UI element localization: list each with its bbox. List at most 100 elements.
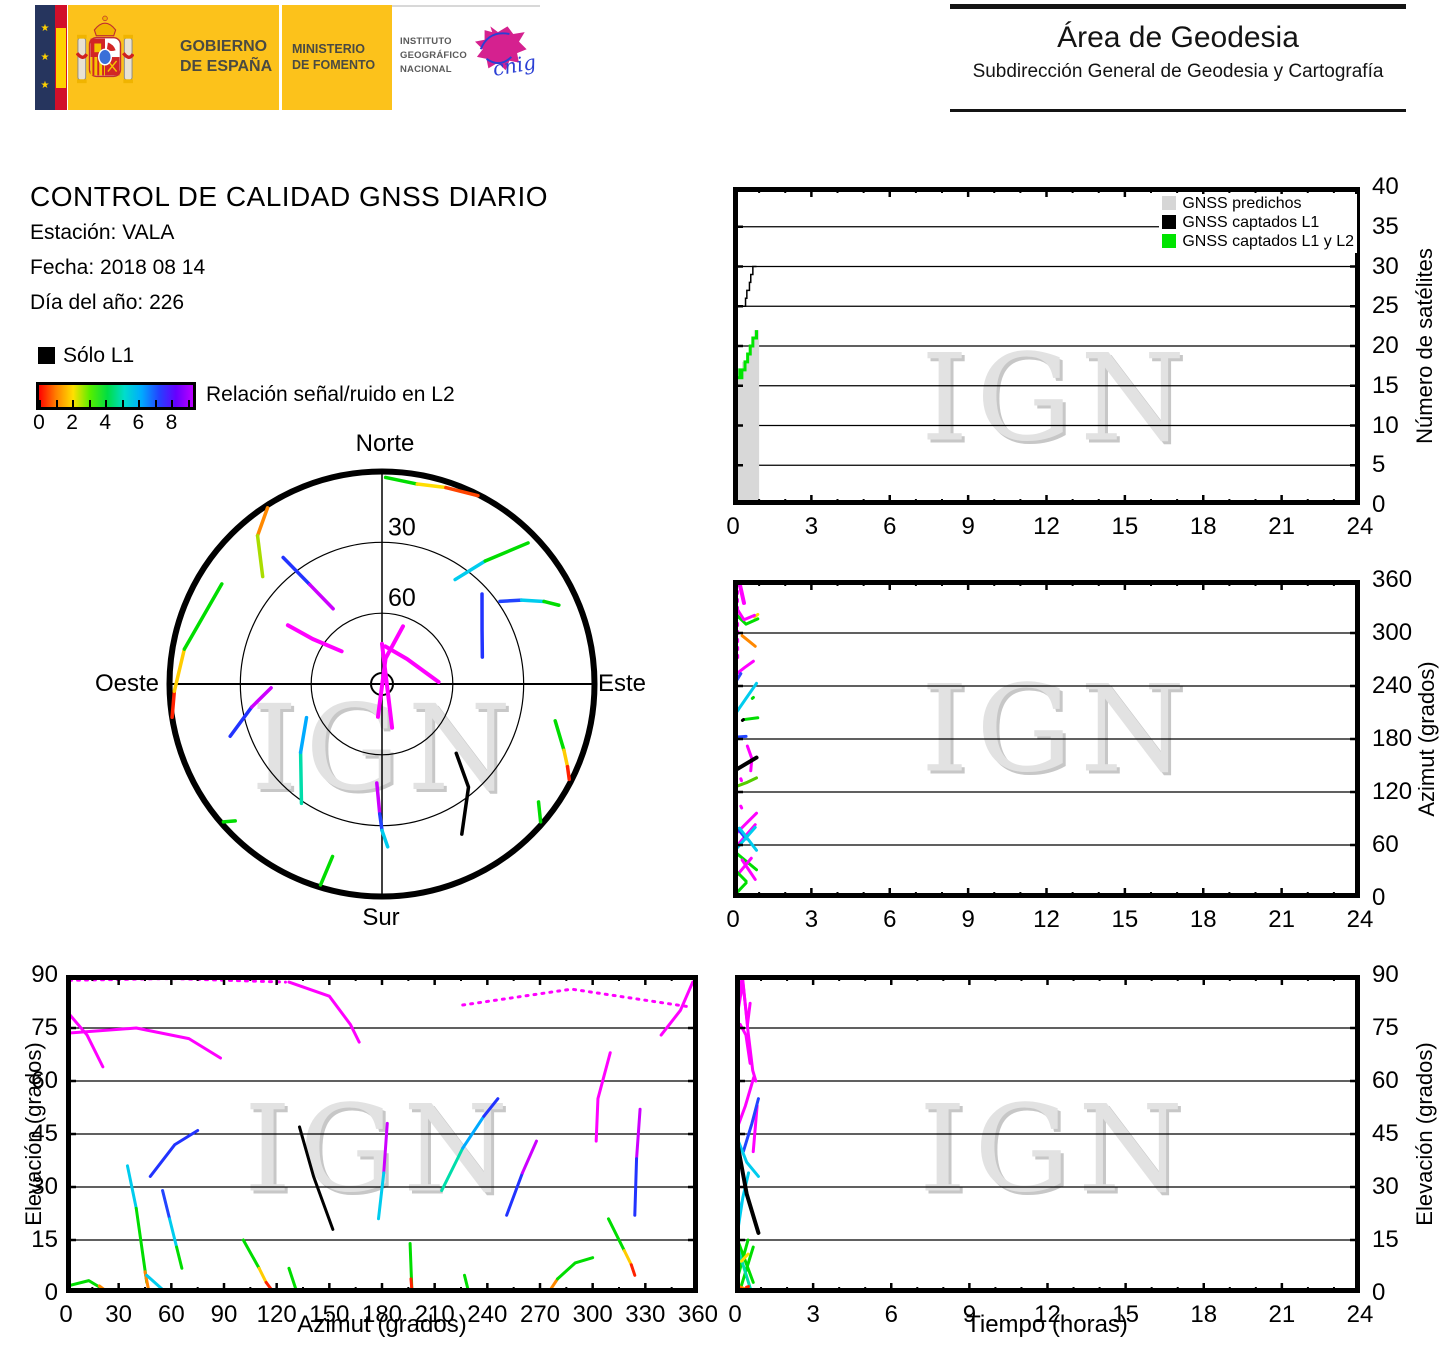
report-page: ★ ★ ★ GOBIERNO DE ESPAÑA MINISTERIO DE F…	[0, 0, 1445, 1350]
elev-tiempo-xtick-label: 3	[806, 1301, 820, 1328]
elev-azimut-xtick-label: 210	[414, 1301, 455, 1328]
colorbar-tick	[55, 400, 58, 407]
elev-tiempo-ytick-label: 90	[1372, 961, 1399, 988]
elev-tiempo-xtick-label: 0	[728, 1301, 742, 1328]
page-title: CONTROL DE CALIDAD GNSS DIARIO	[30, 181, 549, 212]
ministerio-line2: DE FOMENTO	[292, 58, 376, 73]
elevation-azimuth-chart: IGN Elevación (grados) Azimut (grados) 0…	[20, 961, 726, 1348]
star-icon: ★	[40, 80, 50, 92]
elev-azimut-xtick-label: 330	[625, 1301, 666, 1328]
colorbar-tick	[138, 400, 141, 407]
azimut-xtick-label: 0	[726, 906, 740, 933]
colorbar-label: 0	[33, 411, 45, 434]
gobierno-line1: GOBIERNO	[180, 38, 268, 55]
satellites-ytick-label: 40	[1372, 173, 1399, 200]
elev-tiempo-xtick-label: 21	[1268, 1301, 1296, 1328]
satellites-xtick-label: 6	[883, 513, 897, 540]
gobierno-line2: DE ESPAÑA	[180, 58, 273, 75]
azimut-xtick-label: 3	[804, 906, 819, 933]
azimut-xtick-label: 12	[1033, 906, 1060, 933]
colorbar-tick	[88, 400, 91, 407]
elevation-yaxis-title-right: Elevación (grados)	[1412, 1042, 1437, 1226]
satellites-xtick-label: 15	[1111, 513, 1139, 540]
elev-azimut-ytick-label: 75	[31, 1014, 58, 1041]
cnig-logo-icon: cnig	[475, 26, 538, 81]
satellites-ytick-label: 35	[1372, 212, 1399, 240]
satellites-ytick-label: 25	[1372, 292, 1399, 320]
azimut-canvas	[733, 580, 1360, 898]
department-header: Área de Geodesia Subdirección General de…	[950, 4, 1406, 112]
ring-label: 60	[388, 584, 416, 612]
satellites-xtick-label: 0	[726, 513, 740, 540]
solo-l1-legend: Sólo L1	[38, 344, 134, 368]
azimut-ytick-label: 60	[1372, 831, 1399, 858]
elev-tiempo-ytick-label: 45	[1372, 1120, 1399, 1147]
elev-azimut-canvas	[66, 975, 698, 1293]
elev-tiempo-ytick-label: 75	[1372, 1014, 1399, 1041]
solo-l1-label: Sólo L1	[63, 344, 135, 367]
satellite-count-yaxis-title: Número de satélites	[1412, 248, 1437, 444]
star-icon: ★	[40, 22, 50, 34]
satellites-ytick-label: 30	[1372, 252, 1399, 280]
azimuth-yaxis-title: Azimut (grados)	[1414, 661, 1439, 817]
elev-azimut-ytick-label: 15	[31, 1226, 58, 1253]
department-title: Área de Geodesia	[1057, 21, 1299, 54]
azimut-ytick-label: 0	[1372, 884, 1386, 911]
spain-flag-strip	[55, 5, 67, 110]
azimut-ytick-label: 360	[1372, 566, 1413, 593]
azimut-ytick-label: 120	[1372, 778, 1413, 805]
elevation-time-chart: IGN Elevación (grados) Tiempo (horas) 03…	[728, 961, 1445, 1348]
colorbar-tick	[171, 400, 174, 407]
azimut-xtick-label: 24	[1346, 906, 1374, 933]
satellite-count-chart: IGN GNSS predichos GNSS captados L1 GNSS c…	[726, 173, 1445, 547]
skyplot: IGN Norte Este Sur Oeste 30 60	[90, 428, 670, 968]
gobierno-logo-box: GOBIERNO DE ESPAÑA	[68, 5, 279, 110]
elev-tiempo-ytick-label: 30	[1372, 1173, 1399, 1200]
azimut-xtick-label: 15	[1111, 906, 1139, 933]
legend-label: GNSS captados L1 y L2	[1182, 232, 1354, 250]
azimut-xtick-label: 6	[883, 906, 897, 933]
elev-tiempo-ytick-label: 15	[1372, 1226, 1399, 1253]
satellites-xtick-label: 18	[1189, 513, 1217, 540]
snr-colorbar-caption: Relación señal/ruido en L2	[206, 383, 455, 406]
elev-azimut-xtick-label: 180	[361, 1301, 403, 1328]
satellites-xtick-label: 21	[1268, 513, 1295, 540]
elev-tiempo-ytick-label: 0	[1372, 1279, 1386, 1306]
snr-colorbar	[36, 382, 196, 410]
legend-item: GNSS captados L1	[1162, 214, 1354, 233]
day-of-year-line: Día del año: 226	[30, 291, 185, 314]
black-swatch-icon	[38, 347, 55, 364]
colorbar-tick	[121, 400, 124, 407]
azimuth-time-chart: IGN Azimut (grados) 0 3 6 9 12 15 18 21 24 0 60 120…	[726, 566, 1445, 940]
gobierno-label: GOBIERNO DE ESPAÑA	[180, 37, 272, 77]
ring-label: 30	[388, 513, 416, 541]
elev-azimut-xtick-label: 60	[157, 1301, 185, 1328]
elev-azimut-xtick-label: 270	[519, 1301, 561, 1328]
ministerio-line1: MINISTERIO	[292, 42, 365, 56]
elev-tiempo-xtick-label: 9	[962, 1301, 977, 1328]
ministerio-logo-box: MINISTERIO DE FOMENTO	[282, 5, 392, 110]
azimut-xtick-label: 21	[1268, 906, 1295, 933]
elev-tiempo-canvas	[735, 975, 1360, 1293]
eu-flag-strip: ★ ★ ★	[35, 5, 55, 110]
legend-label: GNSS captados L1	[1182, 213, 1320, 231]
elev-azimut-ytick-label: 45	[31, 1120, 58, 1147]
azimut-ytick-label: 300	[1372, 619, 1413, 646]
elevation-azimuth-plot	[66, 975, 698, 1293]
azimut-xtick-label: 9	[961, 906, 975, 933]
logo-band: ★ ★ ★ GOBIERNO DE ESPAÑA MINISTERIO DE F…	[35, 5, 540, 112]
azimut-ytick-label: 180	[1372, 725, 1413, 752]
satellites-ytick-label: 5	[1372, 451, 1386, 479]
star-icon: ★	[40, 51, 50, 63]
spain-coat-of-arms-icon	[76, 15, 134, 84]
elev-azimut-ytick-label: 90	[31, 961, 58, 988]
azimut-ytick-label: 240	[1372, 672, 1413, 699]
elev-tiempo-xtick-label: 18	[1190, 1301, 1218, 1328]
colorbar-tick	[105, 400, 108, 407]
elev-azimut-xtick-label: 300	[572, 1301, 613, 1328]
legend-item: GNSS captados L1 y L2	[1162, 233, 1354, 252]
skyplot-canvas: 30 60	[166, 468, 598, 900]
legend-swatch-icon	[1162, 214, 1177, 229]
elev-azimut-ytick-label: 30	[31, 1173, 58, 1200]
elev-azimut-xtick-label: 150	[309, 1301, 350, 1328]
